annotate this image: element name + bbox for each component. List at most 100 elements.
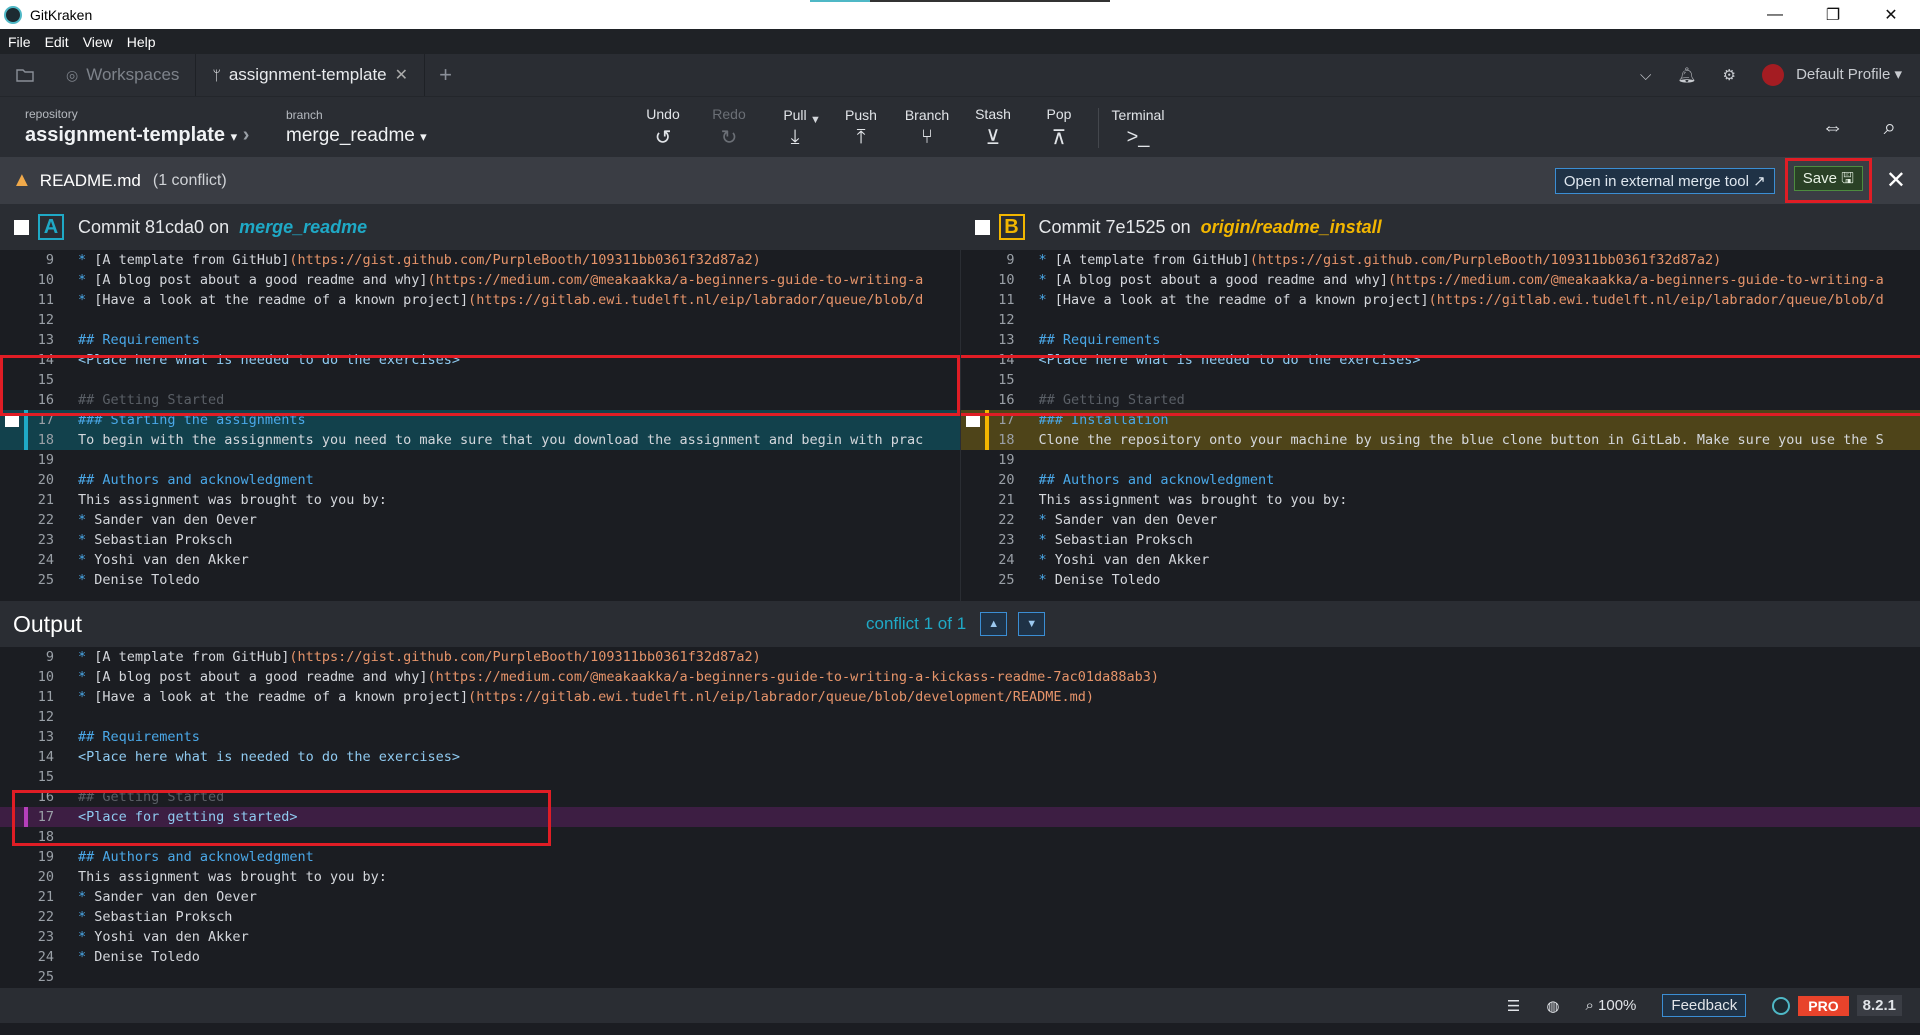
save-highlight-box: Save 🖫 — [1784, 158, 1872, 203]
output-line-17: 17 <Place for getting started> — [0, 807, 1920, 827]
output-line-24: 24 * Denise Toledo — [37, 949, 200, 965]
workspaces-icon: ◎ — [66, 66, 79, 83]
menu-view[interactable]: View — [83, 34, 113, 50]
b-line-21: 21 This assignment was brought to you by: — [998, 492, 1348, 508]
pop-button[interactable]: Pop ⊼ — [1026, 106, 1092, 150]
stash-button[interactable]: Stash ⊻ — [960, 106, 1026, 150]
restore-button[interactable]: ❐ — [1804, 0, 1862, 29]
pane-a-header: A Commit 81cda0 on merge_readme — [0, 204, 960, 250]
b-line-11: 11 * [Have a look at the readme of a know… — [998, 292, 1884, 308]
output-line-18: 18 — [37, 829, 54, 845]
b-line-16: 16 ## Getting Started — [998, 392, 1185, 408]
output-line-11: 11 * [Have a look at the readme of a know… — [37, 689, 1094, 705]
a-line-25: 25 * Denise Toledo — [37, 572, 200, 588]
b-line-24: 24 * Yoshi van den Akker — [998, 552, 1210, 568]
zoom-level[interactable]: ⌕ 100% — [1585, 997, 1636, 1014]
close-tab-icon[interactable]: ✕ — [395, 65, 408, 85]
b-line-20: 20 ## Authors and acknowledgment — [998, 472, 1275, 488]
pull-button[interactable]: Pull ⤓ — [762, 107, 828, 149]
close-merge-icon[interactable]: ✕ — [1886, 166, 1906, 195]
output-line-12: 12 — [37, 709, 54, 725]
a-line-15: 15 — [37, 372, 54, 388]
pane-b-branch: origin/readme_install — [1200, 216, 1382, 237]
output-pane: 9 * [A template from GitHub](https://gist… — [0, 647, 1920, 988]
pane-a-code: 9 * [A template from GitHub](https://gist… — [0, 250, 960, 590]
new-tab-button[interactable]: + — [439, 62, 452, 88]
pane-b-code: 9 * [A template from GitHub](https://gist… — [960, 250, 1920, 590]
gear-icon[interactable]: ⚙ — [1722, 66, 1735, 84]
undo-icon: ↺ — [654, 126, 672, 149]
a-line-20: 20 ## Authors and acknowledgment — [37, 472, 314, 488]
folder-icon[interactable] — [0, 68, 50, 82]
bell-icon[interactable]: 🔔︎ — [1677, 66, 1696, 84]
status-bar: ☰ ◍ ⌕ 100% Feedback PRO 8.2.1 — [0, 988, 1920, 1023]
b-line-9: 9 * [A template from GitHub](https://gist… — [1006, 252, 1722, 268]
conflict-bar: ▲ README.md (1 conflict) Open in externa… — [0, 157, 1920, 204]
b-line-10: 10 * [A blog post about a good readme and… — [998, 272, 1884, 288]
redo-button[interactable]: Redo ↻ — [696, 106, 762, 150]
conflict-count: (1 conflict) — [152, 171, 227, 189]
a-line-9: 9 * [A template from GitHub](https://gist… — [45, 252, 761, 268]
pane-b-checkbox[interactable] — [974, 219, 990, 235]
close-window-button[interactable]: ✕ — [1862, 0, 1920, 29]
output-code[interactable]: 9 * [A template from GitHub](https://gist… — [0, 647, 1920, 987]
menu-file[interactable]: File — [8, 34, 31, 50]
profile-selector[interactable]: Default Profile ▾ — [1761, 64, 1902, 86]
branch-selector[interactable]: branch merge_readme ▾ — [262, 108, 562, 147]
tab-assignment-template[interactable]: ᛘ assignment-template ✕ — [196, 54, 426, 96]
push-button[interactable]: Push ⤒ — [828, 107, 894, 149]
open-external-merge-tool-button[interactable]: Open in external merge tool ↗ — [1554, 167, 1775, 194]
a-line-12: 12 — [37, 312, 54, 328]
tab-workspaces[interactable]: ◎ Workspaces — [50, 54, 197, 96]
output-line-20: 20 This assignment was brought to you by: — [37, 869, 387, 885]
badge-b: B — [998, 214, 1025, 240]
pop-icon: ⊼ — [1051, 126, 1067, 149]
b-line-17: 17 ### Installation — [960, 410, 1920, 430]
profile-avatar — [1761, 64, 1784, 86]
branch-icon: ᛘ — [212, 67, 221, 83]
pane-a-checkbox[interactable] — [14, 219, 29, 235]
conflict-navigation-label: conflict 1 of 1 — [866, 614, 967, 633]
version-badge: 8.2.1 — [1856, 995, 1902, 1016]
branch-button[interactable]: Branch ⑂ — [894, 107, 960, 149]
b-line-22: 22 * Sander van den Oever — [998, 512, 1218, 528]
undo-button[interactable]: Undo ↺ — [630, 106, 696, 150]
repo-toolbar: repository assignment-template ▾ › branc… — [0, 96, 1920, 157]
minimize-button[interactable]: — — [1746, 0, 1804, 29]
menu-edit[interactable]: Edit — [45, 34, 69, 50]
a-line-14: 14 <Place here what is needed to do the e… — [37, 352, 461, 368]
a-hunk-checkbox[interactable] — [5, 413, 19, 427]
a-line-21: 21 This assignment was brought to you by: — [37, 492, 387, 508]
b-line-12: 12 — [998, 312, 1015, 328]
next-conflict-button[interactable]: ▼ — [1018, 612, 1046, 636]
pane-b: B Commit 7e1525 on origin/readme_install… — [959, 204, 1920, 601]
repository-selector[interactable]: repository assignment-template ▾ › — [0, 107, 262, 147]
a-line-16: 16 ## Getting Started — [37, 392, 225, 408]
output-header: Output conflict 1 of 1 ▲ ▼ — [0, 601, 1920, 647]
terminal-icon: >_ — [1126, 125, 1150, 148]
save-button[interactable]: Save 🖫 — [1793, 166, 1863, 191]
branch-icon: ⑂ — [921, 125, 933, 148]
chevron-down-icon[interactable]: ⌵ — [1640, 67, 1651, 84]
output-title: Output — [13, 610, 83, 637]
warning-icon: ▲ — [12, 169, 32, 191]
previous-conflict-button[interactable]: ▲ — [980, 612, 1008, 636]
list-view-icon[interactable]: ☰ — [1507, 997, 1520, 1015]
terminal-button[interactable]: Terminal >_ — [1105, 107, 1171, 149]
pane-a: A Commit 81cda0 on merge_readme 9 * [A te… — [0, 204, 960, 601]
output-line-16: 16 ## Getting Started — [37, 789, 225, 805]
loading-progress — [810, 0, 1110, 2]
output-line-25: 25 — [37, 969, 54, 985]
b-hunk-checkbox[interactable] — [965, 413, 980, 427]
conflict-file-name: README.md — [39, 170, 141, 190]
window-titlebar: GitKraken — ❐ ✕ — [0, 0, 1920, 29]
pro-badge[interactable]: PRO — [1798, 995, 1849, 1016]
search-icon[interactable]: ⌕ — [1884, 114, 1896, 140]
feedback-button[interactable]: Feedback — [1662, 994, 1747, 1017]
push-icon: ⤒ — [856, 125, 866, 148]
a-line-23: 23 * Sebastian Proksch — [37, 532, 233, 548]
menu-help[interactable]: Help — [127, 34, 156, 50]
globe-icon[interactable]: ◍ — [1546, 997, 1559, 1015]
output-line-19: 19 ## Authors and acknowledgment — [37, 849, 314, 865]
layout-toggle-icon[interactable]: ⇔ — [1822, 114, 1844, 140]
